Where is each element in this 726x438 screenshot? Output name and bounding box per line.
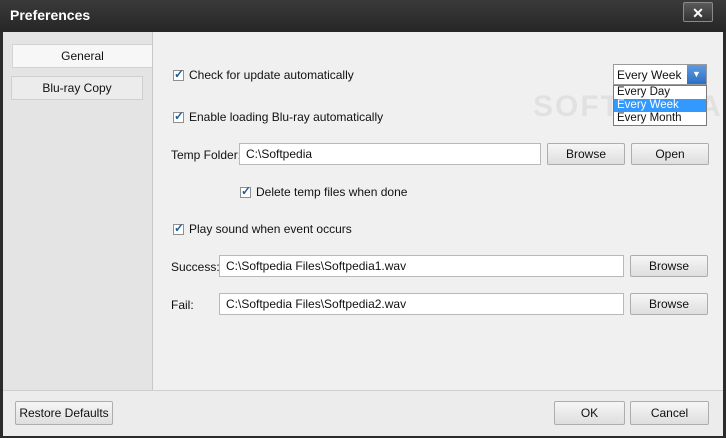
close-icon: ✕ (692, 5, 704, 21)
option-every-month[interactable]: Every Month (614, 112, 706, 125)
sidebar: General Blu-ray Copy (3, 32, 153, 390)
check-update-row[interactable]: ✓ Check for update automatically (173, 66, 354, 82)
sidebar-item-label: General (61, 49, 104, 63)
fail-label: Fail: (171, 298, 194, 312)
restore-defaults-button[interactable]: Restore Defaults (15, 401, 113, 425)
update-frequency-list: Every Day Every Week Every Month (613, 85, 707, 126)
play-sound-label: Play sound when event occurs (189, 222, 352, 236)
enable-loading-checkbox[interactable]: ✓ (173, 108, 185, 123)
close-button[interactable]: ✕ (683, 2, 713, 22)
fail-browse-button[interactable]: Browse (630, 293, 708, 315)
sidebar-item-bluray-copy[interactable]: Blu-ray Copy (11, 76, 143, 100)
ok-button[interactable]: OK (554, 401, 625, 425)
play-sound-row[interactable]: ✓ Play sound when event occurs (173, 220, 352, 236)
sidebar-item-general[interactable]: General (12, 44, 152, 68)
temp-folder-input[interactable]: C:\Softpedia (239, 143, 541, 165)
delete-temp-checkbox[interactable]: ✓ (240, 183, 252, 198)
check-update-checkbox[interactable]: ✓ (173, 66, 185, 81)
dialog-body: General Blu-ray Copy SOFTPEDIA ✓ Check f… (3, 32, 723, 436)
enable-loading-label: Enable loading Blu-ray automatically (189, 110, 384, 124)
temp-folder-browse-button[interactable]: Browse (547, 143, 625, 165)
checkmark-icon: ✓ (241, 183, 252, 198)
update-frequency-value: Every Week (617, 68, 682, 82)
checkmark-icon: ✓ (174, 220, 185, 235)
sidebar-item-label: Blu-ray Copy (42, 81, 112, 95)
check-update-label: Check for update automatically (189, 68, 354, 82)
checkmark-icon: ✓ (174, 66, 185, 81)
temp-folder-label: Temp Folder: (171, 148, 242, 162)
success-sound-input[interactable]: C:\Softpedia Files\Softpedia1.wav (219, 255, 624, 277)
delete-temp-row[interactable]: ✓ Delete temp files when done (240, 183, 408, 199)
checkmark-icon: ✓ (174, 108, 185, 123)
play-sound-checkbox[interactable]: ✓ (173, 220, 185, 235)
cancel-button[interactable]: Cancel (630, 401, 709, 425)
success-label: Success: (171, 260, 220, 274)
option-every-day[interactable]: Every Day (614, 86, 706, 99)
window-title: Preferences (10, 7, 91, 23)
update-frequency-select[interactable]: Every Week ▼ (613, 64, 707, 85)
chevron-down-icon[interactable]: ▼ (687, 65, 706, 84)
success-browse-button[interactable]: Browse (630, 255, 708, 277)
fail-sound-input[interactable]: C:\Softpedia Files\Softpedia2.wav (219, 293, 624, 315)
enable-loading-row[interactable]: ✓ Enable loading Blu-ray automatically (173, 108, 384, 124)
title-bar: Preferences ✕ (0, 0, 726, 32)
general-panel: SOFTPEDIA ✓ Check for update automatical… (153, 32, 723, 390)
temp-folder-open-button[interactable]: Open (631, 143, 709, 165)
option-every-week[interactable]: Every Week (614, 99, 706, 112)
footer: Restore Defaults OK Cancel (3, 390, 723, 436)
delete-temp-label: Delete temp files when done (256, 185, 408, 199)
